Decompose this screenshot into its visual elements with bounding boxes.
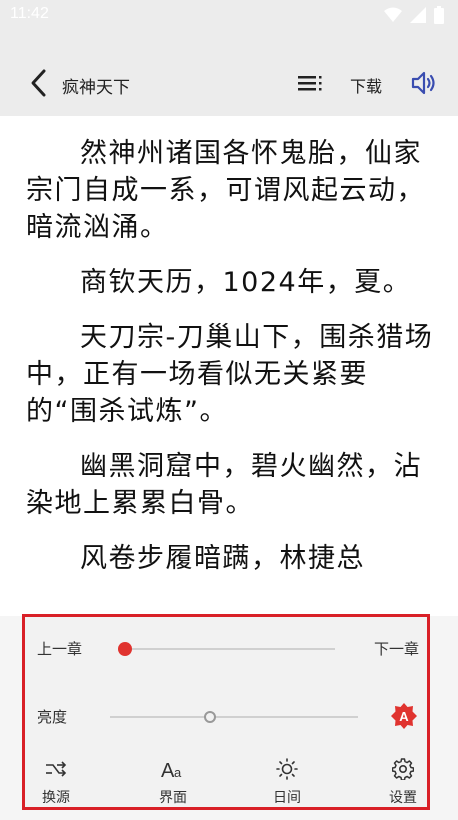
reading-content[interactable]: 然神州诸国各怀鬼胎，仙家宗门自成一系，可谓风起云动，暗流汹涌。 商钦天历，102… <box>0 116 458 616</box>
next-chapter-button[interactable]: 下一章 <box>374 638 419 659</box>
paragraph: 然神州诸国各怀鬼胎，仙家宗门自成一系，可谓风起云动，暗流汹涌。 <box>26 138 425 243</box>
brightness-label: 亮度 <box>37 708 68 726</box>
day-mode-label: 日间 <box>273 790 301 806</box>
status-time: 11:42 <box>10 5 49 22</box>
svg-text:a: a <box>174 765 182 780</box>
chapter-navigation-row: 上一章 下一章 <box>25 629 427 669</box>
day-mode-button[interactable]: 日间 <box>257 755 317 807</box>
reader-settings-panel: 上一章 下一章 亮度 A 换源 A a 界面 日间 设置 <box>22 614 430 810</box>
change-source-label: 换源 <box>42 790 70 806</box>
change-source-button[interactable]: 换源 <box>26 755 86 807</box>
gear-icon <box>392 758 414 780</box>
table-of-contents-icon[interactable] <box>298 73 324 93</box>
back-arrow-icon[interactable] <box>28 68 52 98</box>
chapter-progress-thumb[interactable] <box>118 642 132 656</box>
chapter-progress-track[interactable] <box>125 648 335 650</box>
shuffle-icon <box>46 761 67 777</box>
prev-chapter-button[interactable]: 上一章 <box>37 638 82 659</box>
book-title: 疯神天下 <box>62 78 130 98</box>
interface-label: 界面 <box>159 790 187 806</box>
paragraph: 商钦天历，1024年，夏。 <box>80 267 412 298</box>
sun-icon <box>276 758 298 780</box>
status-bar: 11:42 <box>0 0 458 30</box>
brightness-row: 亮度 A <box>25 697 427 737</box>
top-toolbar: 疯神天下 下载 <box>0 30 458 116</box>
wifi-icon <box>384 7 402 22</box>
brightness-thumb[interactable] <box>204 711 217 723</box>
read-aloud-icon[interactable] <box>410 70 438 96</box>
status-icons <box>384 6 444 24</box>
interface-button[interactable]: A a 界面 <box>143 755 203 807</box>
auto-brightness-toggle[interactable]: A <box>391 703 417 729</box>
svg-text:A: A <box>161 760 175 780</box>
download-button[interactable]: 下载 <box>350 73 382 97</box>
brightness-track[interactable] <box>110 716 358 718</box>
bottom-actions: 换源 A a 界面 日间 设置 <box>25 755 427 810</box>
paragraph: 风卷步履暗蹒，林捷总 <box>80 543 365 574</box>
paragraph: 幽黑洞窟中，碧火幽然，沾染地上累累白骨。 <box>26 451 422 519</box>
battery-icon <box>434 6 444 24</box>
settings-button[interactable]: 设置 <box>373 755 433 807</box>
signal-icon <box>410 7 426 23</box>
auto-badge-letter: A <box>399 709 409 724</box>
settings-label: 设置 <box>389 790 417 806</box>
paragraph: 天刀宗-刀巢山下，围杀猎场中，正有一场看似无关紧要的“围杀试炼”。 <box>26 322 434 427</box>
font-icon: A a <box>161 760 182 780</box>
